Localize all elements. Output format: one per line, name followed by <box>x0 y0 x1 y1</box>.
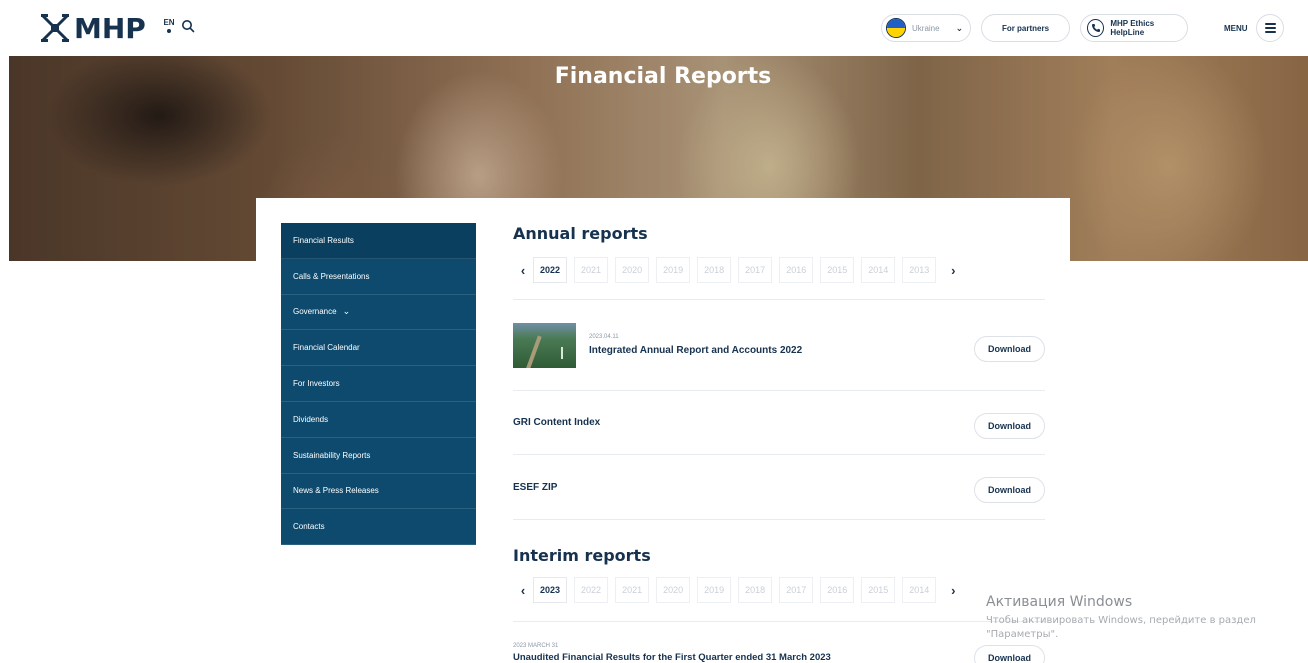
year-tab[interactable]: 2015 <box>861 577 896 603</box>
sidebar-item-label: For Investors <box>293 379 340 389</box>
sidebar-item-label: Governance <box>293 307 337 317</box>
annual-reports-title: Annual reports <box>513 224 648 243</box>
sidebar-item-label: Financial Calendar <box>293 343 360 353</box>
year-tab[interactable]: 2022 <box>574 577 609 603</box>
for-partners-button[interactable]: For partners <box>981 14 1070 42</box>
chevron-left-icon[interactable]: ‹ <box>513 583 533 598</box>
sidebar-item-label: Calls & Presentations <box>293 271 370 281</box>
chevron-down-icon: ⌄ <box>955 22 964 33</box>
chevron-left-icon[interactable]: ‹ <box>513 263 533 278</box>
chevron-right-icon[interactable]: › <box>943 263 963 278</box>
ethics-helpline-button[interactable]: MHP Ethics HelpLine <box>1080 14 1188 42</box>
phone-icon <box>1087 19 1105 37</box>
sidebar-item-label: Sustainability Reports <box>293 450 371 460</box>
year-tab[interactable]: 2022 <box>533 257 568 283</box>
divider <box>513 621 1045 622</box>
year-tab[interactable]: 2013 <box>902 257 937 283</box>
year-tab[interactable]: 2021 <box>574 257 609 283</box>
sidebar-item-contacts[interactable]: Contacts <box>281 509 476 546</box>
year-tab[interactable]: 2023 <box>533 577 568 603</box>
interim-year-selector: ‹ 2023 2022 2021 2020 2019 2018 2017 201… <box>513 577 963 603</box>
sidebar-item-label: Dividends <box>293 414 329 424</box>
country-selector[interactable]: Ukraine ⌄ <box>881 14 971 42</box>
year-tab[interactable]: 2014 <box>861 257 896 283</box>
divider <box>513 299 1045 300</box>
chevron-right-icon[interactable]: › <box>943 583 963 598</box>
language-switch[interactable]: EN <box>163 19 175 33</box>
hamburger-icon <box>1264 21 1276 35</box>
divider <box>513 454 1045 455</box>
sidebar-item-for-investors[interactable]: For Investors <box>281 366 476 402</box>
year-tab[interactable]: 2018 <box>697 257 732 283</box>
for-partners-label: For partners <box>1001 23 1050 33</box>
mhp-logo[interactable]: MHP <box>40 10 146 46</box>
logo-text: MHP <box>74 11 146 45</box>
country-label: Ukraine <box>912 23 940 33</box>
sidebar-item-news-press[interactable]: News & Press Releases <box>281 474 476 510</box>
page-title: Financial Reports <box>554 64 772 89</box>
year-tab[interactable]: 2017 <box>779 577 814 603</box>
report-name[interactable]: Integrated Annual Report and Accounts 20… <box>589 345 802 356</box>
year-tab[interactable]: 2017 <box>738 257 773 283</box>
year-tab[interactable]: 2015 <box>820 257 855 283</box>
year-tab[interactable]: 2019 <box>697 577 732 603</box>
download-button[interactable]: Download <box>974 413 1045 439</box>
sidebar-item-label: News & Press Releases <box>293 486 379 496</box>
sidebar-item-financial-results[interactable]: Financial Results <box>281 223 476 259</box>
report-name[interactable]: GRI Content Index <box>513 417 600 428</box>
download-button[interactable]: Download <box>974 336 1045 362</box>
report-cover-thumbnail[interactable] <box>513 323 576 368</box>
interim-reports-title: Interim reports <box>513 546 651 565</box>
year-tab[interactable]: 2021 <box>615 577 650 603</box>
report-date: 2023.04.11 <box>589 334 619 340</box>
download-button[interactable]: Download <box>974 477 1045 503</box>
chevron-down-icon: ⌄ <box>342 306 351 317</box>
menu-button[interactable] <box>1256 14 1284 42</box>
year-tab[interactable]: 2019 <box>656 257 691 283</box>
menu-label[interactable]: MENU <box>1224 24 1248 33</box>
ukraine-flag-icon <box>886 18 906 38</box>
year-tab[interactable]: 2020 <box>615 257 650 283</box>
divider <box>513 519 1045 520</box>
search-icon[interactable] <box>181 19 195 33</box>
year-tab[interactable]: 2014 <box>902 577 937 603</box>
windows-activation-subtitle: Чтобы активировать Windows, перейдите в … <box>986 615 1256 640</box>
year-tab[interactable]: 2020 <box>656 577 691 603</box>
site-header: MHP EN Ukraine ⌄ For partners MHP Ethics… <box>0 0 1308 56</box>
divider <box>513 390 1045 391</box>
windmill-icon <box>41 14 69 42</box>
year-tab[interactable]: 2016 <box>779 257 814 283</box>
sidebar-nav: Financial Results Calls & Presentations … <box>281 223 476 546</box>
download-button[interactable]: Download <box>974 645 1045 663</box>
language-dot-icon <box>167 29 171 33</box>
sidebar-item-dividends[interactable]: Dividends <box>281 402 476 438</box>
year-tab[interactable]: 2018 <box>738 577 773 603</box>
sidebar-item-label: Contacts <box>293 522 325 532</box>
sidebar-item-label: Financial Results <box>293 235 354 245</box>
language-label: EN <box>163 18 175 27</box>
sidebar-item-calls-presentations[interactable]: Calls & Presentations <box>281 259 476 295</box>
ethics-helpline-label: MHP Ethics HelpLine <box>1110 19 1155 37</box>
sidebar-item-financial-calendar[interactable]: Financial Calendar <box>281 330 476 367</box>
year-tab[interactable]: 2016 <box>820 577 855 603</box>
annual-year-selector: ‹ 2022 2021 2020 2019 2018 2017 2016 201… <box>513 257 963 283</box>
sidebar-item-sustainability-reports[interactable]: Sustainability Reports <box>281 438 476 474</box>
report-date: 2023 MARCH 31 <box>513 643 559 649</box>
sidebar-item-governance[interactable]: Governance ⌄ <box>281 295 476 331</box>
report-name[interactable]: ESEF ZIP <box>513 482 557 493</box>
report-name[interactable]: Unaudited Financial Results for the Firs… <box>513 652 831 663</box>
windows-activation-title: Активация Windows <box>986 594 1133 610</box>
